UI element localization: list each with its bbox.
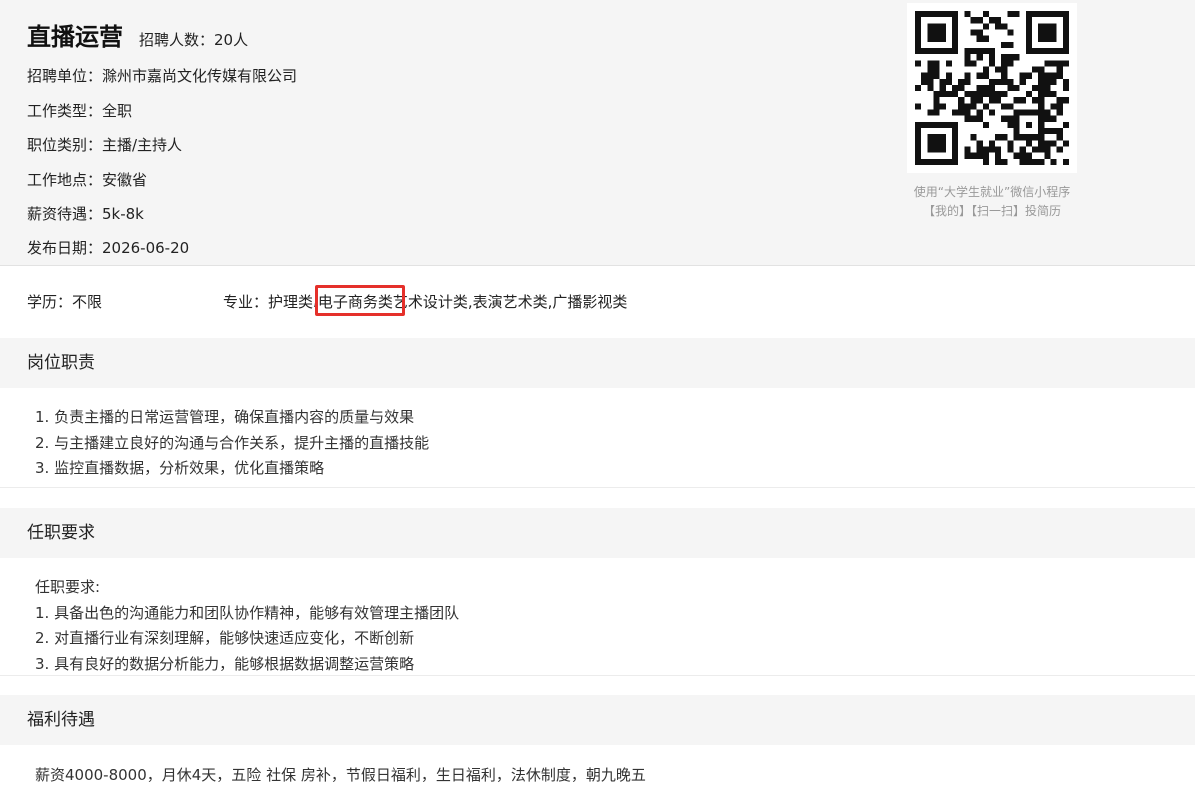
qualification-intro: 任职要求:	[35, 578, 101, 596]
title-row: 直播运营 招聘人数：20人	[27, 17, 248, 52]
job-header: 直播运营 招聘人数：20人 招聘单位：滁州市嘉尚文化传媒有限公司 工作类型：全职…	[0, 0, 1195, 266]
qr-caption-line2: 【我的】【扫一扫】投简历	[922, 204, 1061, 218]
major-item: 护理类	[268, 293, 314, 311]
duty-item: 2. 与主播建立良好的沟通与合作关系，提升主播的直播技能	[35, 434, 430, 452]
duties-heading: 岗位职责	[0, 338, 1195, 388]
highlight-annotation-box	[315, 285, 405, 316]
qr-code-image	[915, 11, 1069, 165]
headcount: 招聘人数：20人	[139, 31, 249, 49]
section-divider	[0, 487, 1195, 488]
benefits-heading: 福利待遇	[0, 695, 1195, 745]
qr-caption: 使用“大学生就业”微信小程序 【我的】【扫一扫】投简历	[880, 183, 1104, 221]
company-info: 招聘单位：滁州市嘉尚文化传媒有限公司	[27, 67, 298, 85]
location-info: 工作地点：安徽省	[27, 171, 148, 189]
job-title: 直播运营	[27, 23, 123, 51]
benefits-text: 薪资4000-8000，月休4天，五险 社保 房补，节假日福利，生日福利，法休制…	[35, 766, 646, 784]
category-info: 职位类别：主播/主持人	[27, 136, 183, 154]
qualification-item: 1. 具备出色的沟通能力和团队协作精神，能够有效管理主播团队	[35, 604, 460, 622]
qualifications-heading: 任职要求	[0, 508, 1195, 558]
section-divider	[0, 675, 1195, 676]
qualification-item: 3. 具有良好的数据分析能力，能够根据数据调整运营策略	[35, 655, 415, 673]
education-requirement: 学历：不限	[27, 293, 103, 311]
qr-caption-line1: 使用“大学生就业”微信小程序	[913, 185, 1071, 199]
duty-item: 3. 监控直播数据，分析效果，优化直播策略	[35, 459, 325, 477]
duty-item: 1. 负责主播的日常运营管理，确保直播内容的质量与效果	[35, 408, 415, 426]
major-item: 艺术设计类,表演艺术类,广播影视类	[392, 293, 628, 311]
work-type-info: 工作类型：全职	[27, 102, 133, 120]
publish-date-info: 发布日期：2026-06-20	[27, 239, 190, 257]
major-requirement: 专业： 护理类 , 电子商务类 艺术设计类,表演艺术类,广播影视类	[223, 291, 627, 312]
major-label: 专业：	[223, 293, 269, 311]
salary-info: 薪资待遇：5k-8k	[27, 205, 144, 223]
qr-code	[907, 3, 1077, 173]
qualification-item: 2. 对直播行业有深刻理解，能够快速适应变化，不断创新	[35, 629, 415, 647]
